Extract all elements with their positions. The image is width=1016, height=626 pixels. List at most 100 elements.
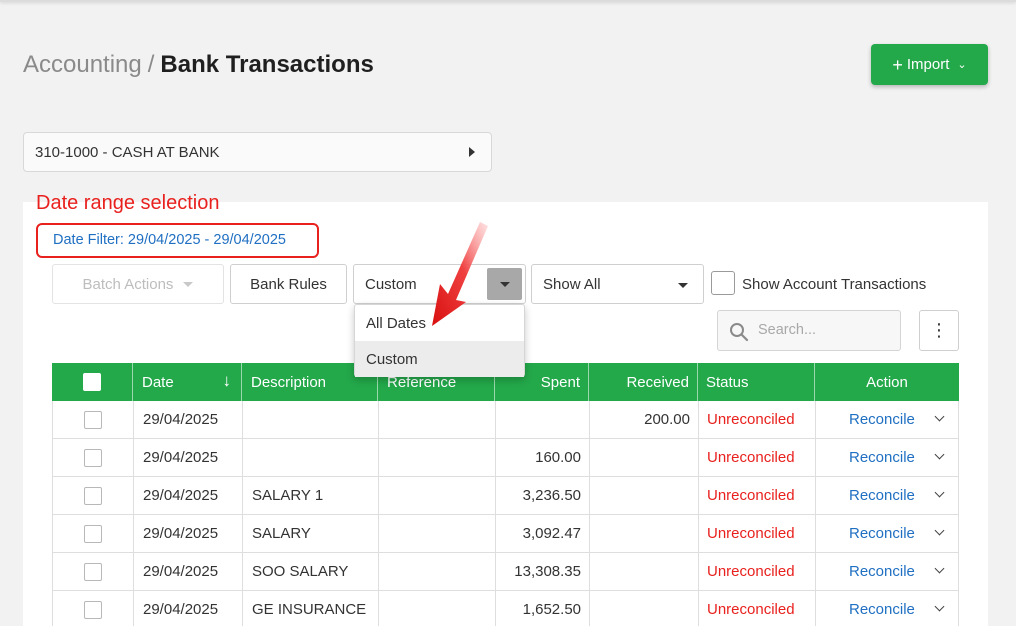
bank-account-select[interactable]: 310-1000 - CASH AT BANK — [23, 132, 492, 172]
chevron-down-icon[interactable] — [934, 563, 945, 574]
status-value: Unreconciled — [707, 449, 795, 466]
row-checkbox[interactable] — [84, 600, 102, 619]
cell-date: 29/04/2025 — [134, 591, 243, 626]
chevron-down-icon[interactable] — [934, 601, 945, 612]
row-select-cell — [53, 439, 134, 476]
chevron-down-icon[interactable] — [934, 411, 945, 422]
spent-value: 3,092.47 — [522, 525, 581, 542]
cell-description — [243, 439, 379, 476]
caret-right-icon — [469, 147, 475, 157]
date-filter-link[interactable]: Date Filter: 29/04/2025 - 29/04/2025 — [53, 232, 286, 248]
reconcile-link[interactable]: Reconcile — [849, 525, 915, 542]
status-value: Unreconciled — [707, 487, 795, 504]
cell-description: SALARY — [243, 515, 379, 552]
cell-received: 200.00 — [590, 401, 699, 438]
description-value: SALARY — [252, 525, 311, 542]
spent-value: 3,236.50 — [522, 487, 581, 504]
spent-value: 160.00 — [535, 449, 581, 466]
row-checkbox[interactable] — [84, 562, 102, 581]
chevron-down-icon[interactable] — [934, 449, 945, 460]
table-row: 29/04/2025 SOO SALARY 13,308.35 Unreconcile… — [52, 553, 959, 591]
bank-rules-label: Bank Rules — [250, 275, 327, 293]
show-filter-select[interactable]: Show All — [531, 264, 704, 304]
search-placeholder: Search... — [758, 322, 817, 338]
show-account-transactions-label[interactable]: Show Account Transactions — [742, 276, 926, 293]
show-filter-value: Show All — [543, 275, 601, 293]
row-checkbox[interactable] — [84, 524, 102, 543]
row-checkbox[interactable] — [84, 410, 102, 429]
cell-action: Reconcile — [816, 401, 960, 438]
bank-account-value: 310-1000 - CASH AT BANK — [35, 143, 220, 161]
column-header-date[interactable]: Date ↓ — [133, 363, 242, 401]
table-row: 29/04/2025 SALARY 3,092.47 Unreconciled Reco… — [52, 515, 959, 553]
cell-spent: 160.00 — [496, 439, 590, 476]
row-select-cell — [53, 401, 134, 438]
date-range-option-custom[interactable]: Custom — [355, 341, 524, 377]
status-value: Unreconciled — [707, 525, 795, 542]
table-row: 29/04/2025 GE INSURANCE 1,652.50 Unreconcil… — [52, 591, 959, 626]
row-checkbox[interactable] — [84, 486, 102, 505]
cell-status: Unreconciled — [699, 477, 816, 514]
row-select-cell — [53, 591, 134, 626]
search-box[interactable]: Search... — [717, 310, 901, 351]
cell-date: 29/04/2025 — [134, 477, 243, 514]
reconcile-link[interactable]: Reconcile — [849, 601, 915, 618]
cell-action: Reconcile — [816, 439, 960, 476]
column-header-label: Received — [626, 373, 689, 391]
table-row: 29/04/2025 200.00 Unreconciled Reconcile — [52, 401, 959, 439]
received-value: 200.00 — [644, 411, 690, 428]
cell-spent — [496, 401, 590, 438]
date-range-value: Custom — [365, 275, 417, 293]
bank-transactions-page: Accounting / Bank Transactions + Import ⌄ … — [0, 0, 1016, 626]
cell-reference — [379, 401, 496, 438]
chevron-down-icon — [183, 281, 194, 287]
column-header-status[interactable]: Status — [698, 363, 815, 401]
column-header-label: Status — [706, 373, 749, 391]
spent-value: 1,652.50 — [522, 601, 581, 618]
cell-received — [590, 477, 699, 514]
column-header-label: Date — [142, 373, 174, 391]
date-value: 29/04/2025 — [143, 601, 219, 618]
date-value: 29/04/2025 — [143, 449, 219, 466]
status-value: Unreconciled — [707, 601, 795, 618]
date-value: 29/04/2025 — [143, 411, 219, 428]
cell-reference — [379, 515, 496, 552]
status-value: Unreconciled — [707, 411, 795, 428]
cell-description: SOO SALARY — [243, 553, 379, 590]
cell-received — [590, 553, 699, 590]
show-account-transactions-checkbox[interactable] — [711, 271, 735, 295]
table-body: 29/04/2025 200.00 Unreconciled Reconcile 29/… — [52, 401, 959, 626]
description-value: SOO SALARY — [252, 563, 349, 580]
reconcile-link[interactable]: Reconcile — [849, 449, 915, 466]
more-options-button[interactable]: ⋮ — [919, 310, 959, 351]
status-value: Unreconciled — [707, 563, 795, 580]
cell-action: Reconcile — [816, 591, 960, 626]
cell-action: Reconcile — [816, 515, 960, 552]
row-checkbox[interactable] — [84, 448, 102, 467]
bank-rules-button[interactable]: Bank Rules — [230, 264, 347, 304]
cell-date: 29/04/2025 — [134, 515, 243, 552]
batch-actions-button[interactable]: Batch Actions — [52, 264, 224, 304]
column-header-received[interactable]: Received — [589, 363, 698, 401]
import-button[interactable]: + Import ⌄ — [871, 44, 988, 85]
sort-down-arrow-icon: ↓ — [222, 371, 232, 390]
batch-actions-label: Batch Actions — [82, 275, 174, 293]
reconcile-link[interactable]: Reconcile — [849, 411, 915, 428]
cell-action: Reconcile — [816, 553, 960, 590]
cell-action: Reconcile — [816, 477, 960, 514]
reconcile-link[interactable]: Reconcile — [849, 487, 915, 504]
breadcrumb: Accounting / Bank Transactions — [23, 50, 374, 80]
cell-status: Unreconciled — [699, 401, 816, 438]
cell-received — [590, 591, 699, 626]
breadcrumb-accounting[interactable]: Accounting — [23, 51, 142, 78]
date-value: 29/04/2025 — [143, 525, 219, 542]
chevron-down-icon — [678, 283, 688, 288]
date-value: 29/04/2025 — [143, 487, 219, 504]
row-select-cell — [53, 477, 134, 514]
chevron-down-icon[interactable] — [934, 525, 945, 536]
chevron-down-icon[interactable] — [934, 487, 945, 498]
cell-reference — [379, 591, 496, 626]
select-all-checkbox[interactable] — [83, 373, 101, 391]
reconcile-link[interactable]: Reconcile — [849, 563, 915, 580]
cell-spent: 13,308.35 — [496, 553, 590, 590]
